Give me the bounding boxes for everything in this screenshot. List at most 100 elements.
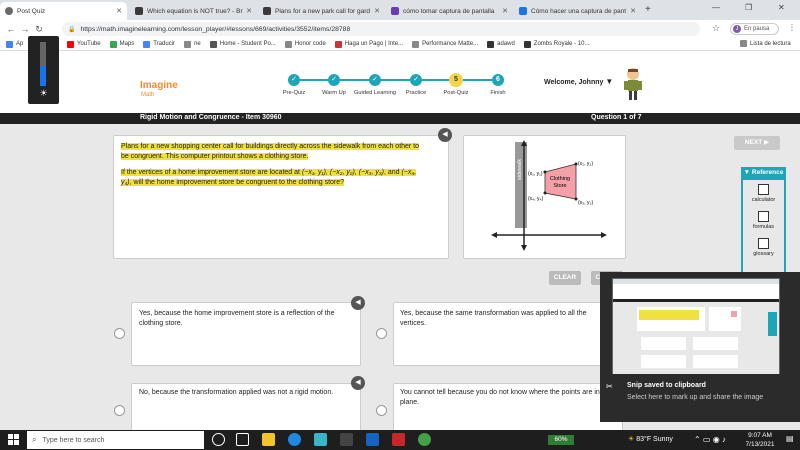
bookmark-star-icon[interactable]: ☆ — [712, 23, 720, 34]
l-app-icon[interactable] — [314, 433, 327, 446]
close-tab-icon[interactable]: ✕ — [116, 7, 122, 15]
tab-como-hacer[interactable]: Cómo hacer una captura de pant ✕ — [514, 2, 641, 20]
close-tab-icon[interactable]: ✕ — [502, 7, 508, 15]
url-text: https://math.imaginelearning.com/lesson_… — [80, 25, 351, 33]
tab-como-tomar[interactable]: cómo tomar captura de pantalla ✕ — [386, 2, 513, 20]
question-text: Plans for a new shopping center call for… — [121, 142, 426, 188]
close-tab-icon[interactable]: ✕ — [246, 7, 252, 15]
snip-notification[interactable]: ✂ Snip saved to clipboard Select here to… — [600, 272, 800, 422]
maximize-icon[interactable]: ❐ — [745, 3, 752, 12]
glossary-label[interactable]: glossary — [741, 251, 786, 257]
caret-down-icon: ▼ — [605, 77, 614, 86]
windows-start-icon[interactable] — [8, 434, 20, 446]
next-button[interactable]: NEXT ▶ — [734, 136, 780, 150]
point-label-3: (x₃, y₃) — [578, 200, 594, 206]
new-tab-icon[interactable]: + — [645, 4, 651, 15]
tab-favicon-icon — [135, 7, 143, 15]
back-icon[interactable]: ← — [4, 24, 18, 34]
tab-favicon-icon — [5, 7, 13, 15]
search-icon: ⌕ — [32, 435, 37, 444]
tab-post-quiz[interactable]: Post Quiz ✕ — [0, 2, 127, 20]
answer-text-2[interactable]: Yes, because the same transformation was… — [400, 309, 614, 329]
system-tray-icons[interactable]: ⌃ ▭ ◉ ♪ — [694, 435, 726, 444]
tab-favicon-icon — [263, 7, 271, 15]
step-label: Post-Quiz — [443, 90, 469, 96]
step-post-quiz-icon: 5 — [449, 73, 463, 87]
forward-icon[interactable]: → — [18, 24, 32, 34]
file-explorer-icon[interactable] — [262, 433, 275, 446]
cortana-icon[interactable] — [212, 433, 225, 446]
answer-radio-3[interactable] — [114, 405, 125, 416]
bookmark-item[interactable]: Performance Matte... — [412, 40, 479, 48]
reading-list[interactable]: Lista de lectura — [740, 40, 791, 47]
bookmark-item[interactable]: Ap — [6, 40, 23, 48]
bookmark-item[interactable]: Home - Student Po... — [209, 40, 276, 48]
answer-radio-2[interactable] — [376, 328, 387, 339]
bookmark-item[interactable]: YouTube — [67, 40, 101, 48]
audio-speaker-icon[interactable]: ◀ — [438, 128, 452, 142]
bookmark-favicon-icon — [143, 40, 151, 48]
menu-kebab-icon[interactable]: ⋮ — [788, 23, 796, 32]
chrome-icon[interactable] — [418, 433, 431, 446]
clock[interactable]: 9:07 AM 7/13/2021 — [740, 431, 780, 449]
answer-text-4[interactable]: You cannot tell because you do not know … — [400, 388, 614, 408]
tab-which-equation[interactable]: Which equation is NOT true? - Br ✕ — [130, 2, 257, 20]
calculator-icon[interactable] — [758, 184, 769, 195]
x-axis-arrow-right — [601, 232, 607, 238]
minimize-icon[interactable]: — — [712, 3, 720, 12]
close-tab-icon[interactable]: ✕ — [630, 7, 636, 15]
answer-text-1[interactable]: Yes, because the home improvement store … — [139, 309, 353, 329]
notification-icon[interactable]: ▤ — [786, 434, 794, 443]
question-counter: Question 1 of 7 — [591, 114, 642, 121]
bookmark-label: Performance Matte... — [422, 41, 479, 47]
store-label-line2: Store — [553, 183, 566, 189]
task-view-icon[interactable] — [236, 433, 249, 446]
audio-speaker-icon[interactable]: ◀ — [351, 376, 365, 390]
bookmark-item[interactable]: Haga un Pago | Inte... — [334, 40, 403, 48]
step-finish-icon: 6 — [492, 74, 504, 86]
formulas-icon[interactable] — [758, 211, 769, 222]
calculator-label[interactable]: calculator — [741, 197, 786, 203]
bookmark-item[interactable]: Traducir — [143, 40, 175, 48]
store-icon[interactable] — [340, 433, 353, 446]
avatar: J — [733, 25, 741, 33]
clear-button[interactable]: CLEAR — [549, 271, 581, 285]
answer-text-3[interactable]: No, because the transformation applied w… — [139, 388, 353, 398]
mail-icon[interactable] — [366, 433, 379, 446]
edge-icon[interactable] — [288, 433, 301, 446]
formulas-label[interactable]: formulas — [741, 224, 786, 230]
answer-radio-1[interactable] — [114, 328, 125, 339]
reload-icon[interactable]: ↻ — [32, 24, 46, 35]
bookmark-item[interactable]: ne — [184, 40, 201, 48]
battery-indicator[interactable]: 60% — [548, 435, 574, 445]
window-close-icon[interactable]: ✕ — [778, 3, 785, 12]
bookmarks-bar: ApGmailYouTubeMapsTraducirneHome - Stude… — [0, 38, 800, 51]
snip-thumbnail[interactable] — [612, 278, 780, 374]
mcafee-icon[interactable] — [392, 433, 405, 446]
answer-radio-4[interactable] — [376, 405, 387, 416]
imagine-logo-sub: Math — [141, 92, 155, 98]
clock-time: 9:07 AM — [748, 432, 772, 439]
taskbar-search-input[interactable]: ⌕ Type here to search — [27, 431, 204, 449]
question-paragraph-2: If the vertices of a home improvement st… — [121, 169, 417, 186]
audio-speaker-icon[interactable]: ◀ — [351, 296, 365, 310]
glossary-icon[interactable] — [758, 238, 769, 249]
reading-list-label: Lista de lectura — [750, 40, 791, 47]
profile-button[interactable]: J En pausa — [730, 23, 779, 35]
reference-toggle-icon: ▼ — [743, 169, 751, 176]
weather-widget[interactable]: ☀ 83°F Sunny — [628, 435, 673, 443]
tab-plans-park[interactable]: Plans for a new park call for gard ✕ — [258, 2, 385, 20]
question-paragraph-2-end: will the home improvement store be congr… — [133, 179, 345, 186]
bookmark-item[interactable]: Maps — [109, 40, 134, 48]
welcome-menu[interactable]: Welcome, Johnny ▼ — [544, 77, 613, 86]
brightness-overlay: ☀ — [28, 36, 59, 104]
vertex-1 — [543, 170, 547, 174]
question-paragraph-2-start: If the vertices of a home improvement st… — [121, 169, 300, 176]
bookmark-item[interactable]: Honor code — [284, 40, 326, 48]
bookmark-item[interactable]: adawd — [487, 40, 515, 48]
step-label: Finish — [490, 90, 506, 96]
close-tab-icon[interactable]: ✕ — [374, 7, 380, 15]
reference-panel[interactable]: ▼ Reference calculator formulas glossary — [741, 167, 786, 282]
bookmark-item[interactable]: Zombs Royale - 10... — [523, 40, 589, 48]
url-input[interactable]: 🔒 https://math.imaginelearning.com/lesso… — [62, 22, 700, 36]
